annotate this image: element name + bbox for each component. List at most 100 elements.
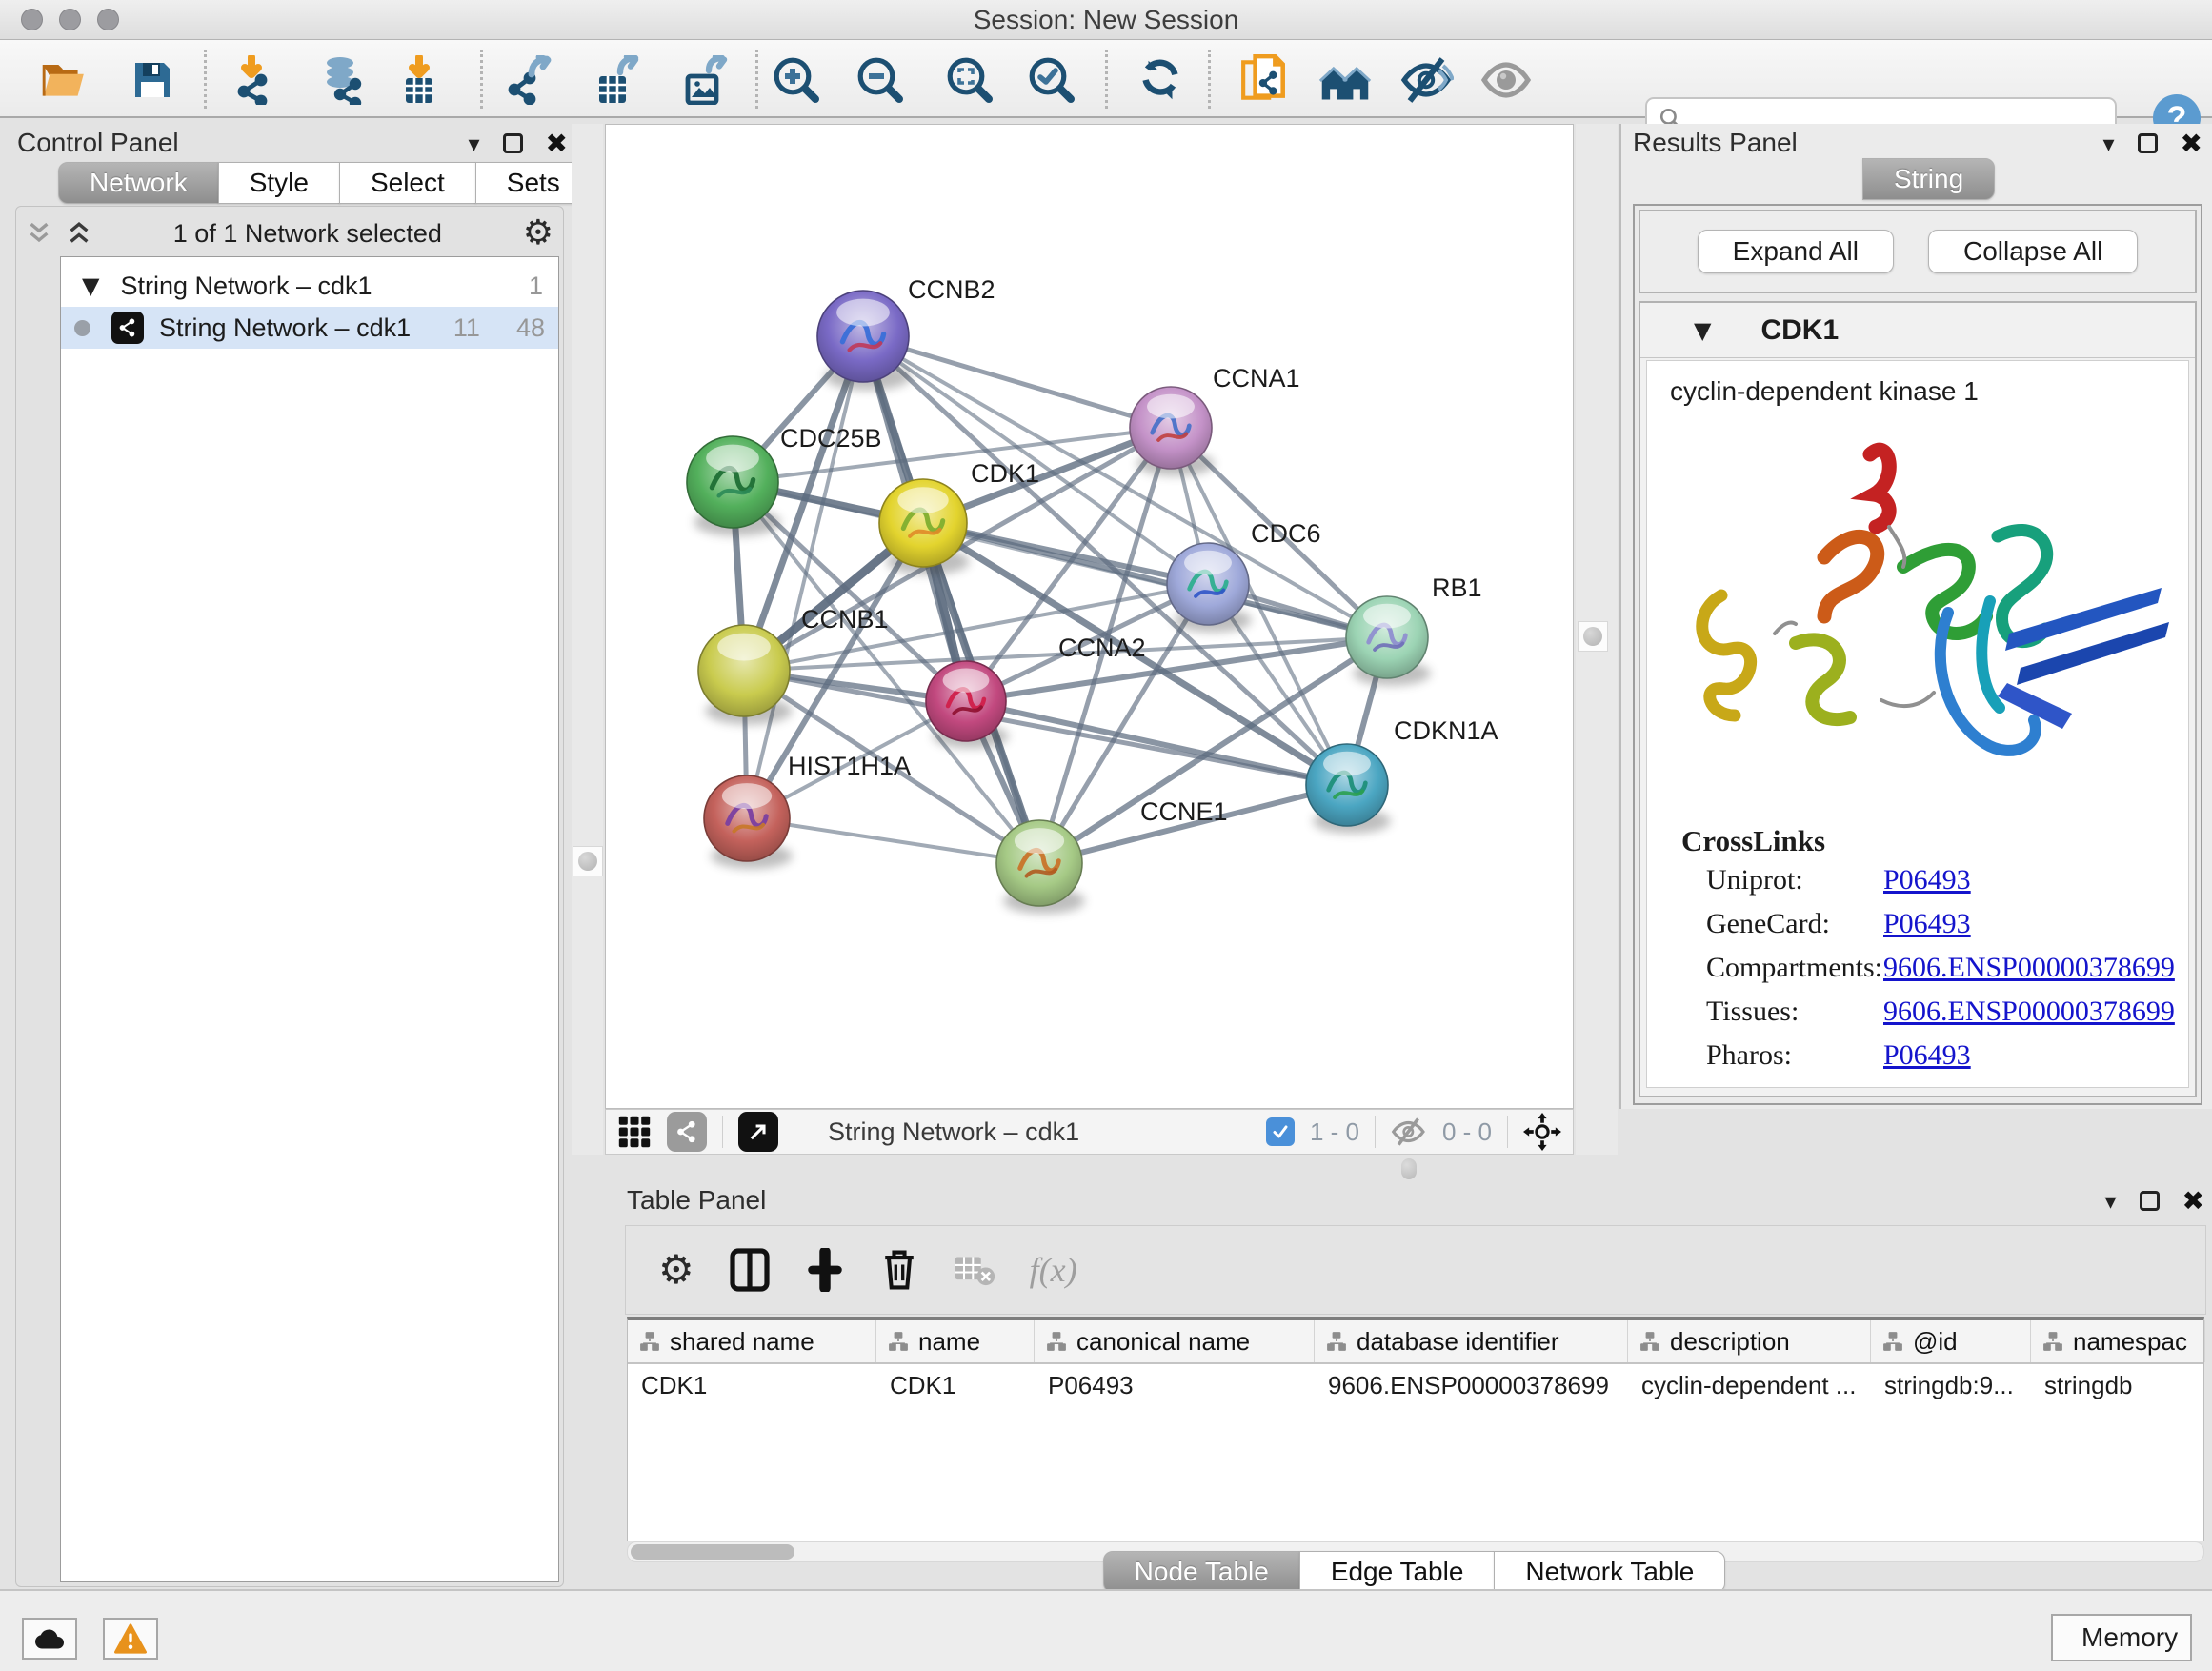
network-status-dot (74, 320, 90, 336)
table-settings-gear-icon[interactable]: ⚙ (658, 1250, 694, 1290)
zoom-fit-button[interactable] (943, 53, 996, 107)
save-session-button[interactable] (126, 53, 179, 107)
toolbar-separator (480, 50, 483, 109)
string-home-button[interactable] (1318, 53, 1372, 107)
crosslink-link[interactable]: 9606.ENSP00000378699 (1883, 996, 2175, 1028)
tab-style[interactable]: Style (218, 162, 340, 204)
table-body: CDK1CDK1P064939606.ENSP00000378699cyclin… (628, 1364, 2203, 1406)
delete-table-icon (954, 1251, 995, 1289)
string-network-icon (111, 312, 144, 344)
gene-section: ▼ CDK1 cyclin-dependent kinase 1 (1639, 301, 2197, 1097)
tab-string[interactable]: String (1862, 158, 1995, 200)
control-panel-tabs: NetworkStyleSelectSets (59, 162, 592, 204)
warnings-button[interactable] (103, 1618, 158, 1660)
node-label-CDKN1A: CDKN1A (1394, 716, 1498, 745)
float-panel-icon[interactable] (2140, 1191, 2160, 1211)
float-panel-icon[interactable] (2138, 133, 2158, 153)
close-panel-icon[interactable]: ✖ (2182, 1185, 2204, 1217)
float-panel-icon[interactable] (503, 133, 523, 153)
crosslink-link[interactable]: P06493 (1883, 1039, 1971, 1072)
right-splitter[interactable] (1576, 124, 1618, 1155)
left-splitter[interactable] (572, 124, 603, 1155)
network-tab-content: 1 of 1 Network selected ⚙ ▼ String Netwo… (15, 206, 564, 1587)
zoom-selected-button[interactable] (1025, 53, 1078, 107)
selected-nodes-checkbox[interactable] (1266, 1117, 1295, 1146)
left-splitter-handle[interactable] (573, 846, 603, 876)
table-cell: stringdb (2031, 1364, 2205, 1406)
column-header-name[interactable]: name (876, 1320, 1035, 1362)
table-row[interactable]: CDK1CDK1P064939606.ENSP00000378699cyclin… (628, 1364, 2203, 1406)
chevron-double-down-icon[interactable] (26, 220, 52, 247)
copy-network-button[interactable] (1238, 53, 1292, 107)
column-header-canonical-name[interactable]: canonical name (1035, 1320, 1315, 1362)
horizontal-splitter-handle[interactable] (1401, 1158, 1417, 1179)
tab-node-table[interactable]: Node Table (1103, 1551, 1300, 1593)
network-view[interactable]: CCNB2CCNA1CDC25BCDK1CDC6RB1CCNB1CCNA2CCN… (605, 124, 1574, 1109)
tab-network-table[interactable]: Network Table (1494, 1551, 1725, 1593)
open-in-window-icon[interactable] (738, 1112, 778, 1152)
memory-button[interactable]: Memory (2051, 1614, 2192, 1661)
crosslink-link[interactable]: 9606.ENSP00000378699 (1883, 952, 2175, 984)
crosslink-link[interactable]: P06493 (1883, 908, 1971, 940)
hide-glass-button[interactable] (1400, 53, 1454, 107)
gear-icon[interactable]: ⚙ (523, 216, 553, 251)
export-network-button[interactable] (505, 53, 558, 107)
apply-layout-button[interactable] (1134, 53, 1187, 107)
chevron-double-up-icon[interactable] (66, 220, 92, 247)
crosslink-label: Uniprot: (1706, 864, 1883, 896)
close-panel-icon[interactable]: ✖ (546, 128, 568, 159)
open-session-button[interactable] (37, 53, 90, 107)
import-network-from-database-button[interactable] (315, 53, 369, 107)
column-header-shared-name[interactable]: shared name (628, 1320, 876, 1362)
pan-crosshair-icon[interactable] (1523, 1113, 1561, 1151)
gene-section-header[interactable]: ▼ CDK1 (1640, 303, 2195, 358)
export-table-button[interactable] (592, 53, 645, 107)
crosslink-link[interactable]: P06493 (1883, 864, 1971, 896)
right-splitter-handle[interactable] (1578, 621, 1608, 652)
collapse-panel-icon[interactable]: ▾ (2104, 1188, 2116, 1215)
show-glass-button[interactable] (1480, 53, 1534, 107)
import-table-button[interactable] (392, 53, 446, 107)
cloud-status-button[interactable] (22, 1618, 77, 1660)
node-label-HIST1H1A: HIST1H1A (788, 752, 911, 780)
network-collection-row[interactable]: ▼ String Network – cdk1 1 (61, 265, 558, 307)
warning-icon (114, 1623, 147, 1654)
tree-expander-icon[interactable]: ▼ (82, 272, 99, 299)
add-column-icon[interactable] (805, 1248, 845, 1292)
toolbar-separator (1105, 50, 1108, 109)
close-panel-icon[interactable]: ✖ (2181, 128, 2202, 159)
show-columns-icon[interactable] (729, 1247, 771, 1293)
export-image-button[interactable] (678, 53, 732, 107)
control-panel-title: Control Panel (17, 128, 179, 159)
zoom-in-button[interactable] (770, 53, 823, 107)
tab-select[interactable]: Select (339, 162, 476, 204)
node-label-RB1: RB1 (1432, 574, 1482, 602)
collapse-panel-icon[interactable]: ▾ (468, 131, 479, 157)
import-network-button[interactable] (227, 53, 280, 107)
node-label-CDC6: CDC6 (1251, 519, 1321, 548)
collapse-panel-icon[interactable]: ▾ (2102, 131, 2114, 157)
column-header-database-identifier[interactable]: database identifier (1315, 1320, 1628, 1362)
column-header--id[interactable]: @id (1871, 1320, 2031, 1362)
zoom-out-button[interactable] (854, 53, 907, 107)
column-header-namespac[interactable]: namespac (2031, 1320, 2205, 1362)
column-type-icon (1882, 1331, 1903, 1352)
tab-network[interactable]: Network (58, 162, 219, 204)
column-label: database identifier (1357, 1327, 1558, 1357)
network-type-icon (667, 1112, 707, 1152)
birds-eye-view-icon[interactable] (617, 1115, 652, 1149)
collection-count: 1 (529, 272, 543, 301)
column-header-description[interactable]: description (1628, 1320, 1871, 1362)
expand-all-button[interactable]: Expand All (1698, 230, 1894, 273)
delete-column-trash-icon[interactable] (879, 1247, 919, 1293)
string-results-box: Expand All Collapse All ▼ CDK1 cyclin-de… (1633, 204, 2202, 1105)
save-icon (130, 57, 175, 103)
gene-expander-icon[interactable]: ▼ (1694, 317, 1711, 344)
collapse-all-button[interactable]: Collapse All (1928, 230, 2138, 273)
network-row[interactable]: String Network – cdk1 11 48 (61, 307, 558, 349)
network-graph[interactable]: CCNB2CCNA1CDC25BCDK1CDC6RB1CCNB1CCNA2CCN… (606, 125, 1573, 1108)
node-label-CCNE1: CCNE1 (1140, 797, 1228, 826)
crosslink-label: Compartments: (1706, 952, 1883, 984)
tab-edge-table[interactable]: Edge Table (1299, 1551, 1496, 1593)
column-type-icon (1046, 1331, 1067, 1352)
